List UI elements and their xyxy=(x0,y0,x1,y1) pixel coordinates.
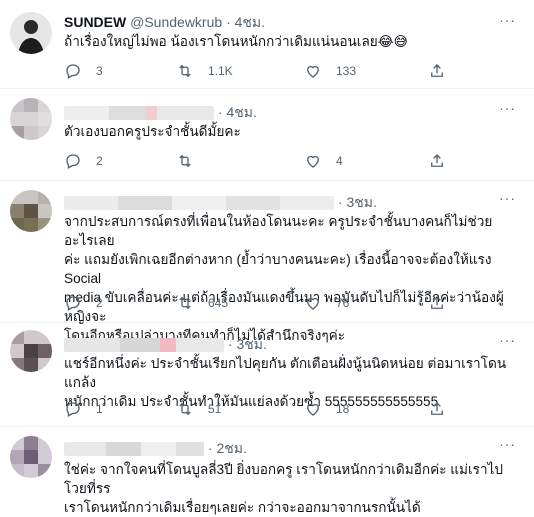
tweet-text: ใช่ค่ะ จากใจคนที่โดนบูลลี่3ปี ยิ่งบอกครู… xyxy=(64,460,520,517)
timestamp[interactable]: · 2ชม. xyxy=(208,440,247,456)
more-options-icon[interactable]: ··· xyxy=(499,12,516,28)
like-icon xyxy=(304,400,322,418)
reply-tweet[interactable]: · 4ชม. ··· ตัวเองบอกครูประจำชั้นดีมั้ยคะ… xyxy=(0,88,534,181)
retweet-count: 645 xyxy=(208,296,229,310)
text-line: เราโดนหนักกว่าเดิมเรื่อยๆเลยค่ะ กว่าจะออ… xyxy=(64,500,421,515)
reply-count: 2 xyxy=(96,296,103,310)
reply-icon xyxy=(64,62,82,80)
text-line: ใช่ค่ะ จากใจคนที่โดนบูลลี่3ปี ยิ่งบอกครู… xyxy=(64,462,504,496)
retweet-icon xyxy=(176,294,194,312)
reply-button[interactable]: 2 xyxy=(64,152,103,170)
text-line: ค่ะ แถมยังเพิกเฉยอีกต่างหาก (ย้ำว่าบางคน… xyxy=(64,252,492,286)
share-icon xyxy=(428,400,446,418)
more-options-icon[interactable]: ··· xyxy=(499,190,516,206)
share-icon xyxy=(428,62,446,80)
like-icon xyxy=(304,294,322,312)
retweet-icon xyxy=(176,400,194,418)
retweet-button[interactable] xyxy=(176,152,208,170)
text-line: แชร์อีกหนึ่งค่ะ ประจำชั้นเรียกไปคุยกัน ต… xyxy=(64,356,507,390)
avatar[interactable] xyxy=(10,330,52,372)
share-button[interactable] xyxy=(428,62,460,80)
avatar[interactable] xyxy=(10,98,52,140)
avatar[interactable] xyxy=(10,190,52,232)
tweet-text: ถ้าเรื่องใหญ่ไม่พอ น้องเราโดนหนักกว่าเดิ… xyxy=(64,34,408,49)
share-button[interactable] xyxy=(428,152,460,170)
reply-button[interactable]: 3 xyxy=(64,62,103,80)
retweet-button[interactable]: 1.1K xyxy=(176,62,233,80)
reply-button[interactable]: 1 xyxy=(64,400,103,418)
like-icon xyxy=(304,62,322,80)
blurred-name[interactable] xyxy=(64,442,204,457)
timestamp[interactable]: · 4ชม. xyxy=(226,14,265,30)
blurred-name[interactable] xyxy=(64,106,214,121)
action-bar: 2 645 76 xyxy=(64,294,464,314)
reply-tweet[interactable]: · 3ชม. ··· แชร์อีกหนึ่งค่ะ ประจำชั้นเรีย… xyxy=(0,322,534,427)
reply-icon xyxy=(64,294,82,312)
share-button[interactable] xyxy=(428,294,460,312)
avatar[interactable] xyxy=(10,436,52,478)
like-count: 76 xyxy=(336,296,350,310)
tweet-main[interactable]: SUNDEW @Sundewkrub · 4ชม. ··· ถ้าเรื่องใ… xyxy=(0,0,534,89)
text-line: จากประสบการณ์ตรงที่เพื่อนในห้องโดนนะคะ ค… xyxy=(64,214,493,248)
handle[interactable]: @Sundewkrub xyxy=(130,14,222,30)
retweet-icon xyxy=(176,152,194,170)
reply-count: 3 xyxy=(96,64,103,78)
like-count: 133 xyxy=(336,64,357,78)
action-bar: 1 51 18 xyxy=(64,400,464,420)
reply-count: 2 xyxy=(96,154,103,168)
timestamp[interactable]: · 3ชม. xyxy=(338,194,377,210)
reply-tweet[interactable]: · 2ชม. ··· ใช่ค่ะ จากใจคนที่โดนบูลลี่3ปี… xyxy=(0,426,534,515)
retweet-button[interactable]: 645 xyxy=(176,294,228,312)
reply-button[interactable]: 2 xyxy=(64,294,103,312)
timestamp[interactable]: · 4ชม. xyxy=(218,104,257,120)
timestamp[interactable]: · 3ชม. xyxy=(228,336,267,352)
action-bar: 3 1.1K 133 xyxy=(64,62,464,82)
avatar[interactable] xyxy=(10,12,52,54)
like-button[interactable]: 76 xyxy=(304,294,349,312)
retweet-count: 1.1K xyxy=(208,64,233,78)
display-name[interactable]: SUNDEW xyxy=(64,14,126,30)
like-count: 4 xyxy=(336,154,343,168)
like-button[interactable]: 4 xyxy=(304,152,343,170)
like-count: 18 xyxy=(336,402,350,416)
action-bar: 2 4 xyxy=(64,152,464,172)
blurred-name[interactable] xyxy=(64,196,334,211)
like-button[interactable]: 133 xyxy=(304,62,356,80)
blurred-name[interactable] xyxy=(64,338,224,353)
reply-count: 1 xyxy=(96,402,103,416)
share-icon xyxy=(428,152,446,170)
more-options-icon[interactable]: ··· xyxy=(499,436,516,452)
share-icon xyxy=(428,294,446,312)
more-options-icon[interactable]: ··· xyxy=(499,100,516,116)
like-icon xyxy=(304,152,322,170)
tweet-text: ตัวเองบอกครูประจำชั้นดีมั้ยคะ xyxy=(64,124,241,139)
more-options-icon[interactable]: ··· xyxy=(499,332,516,348)
retweet-icon xyxy=(176,62,194,80)
reply-tweet[interactable]: · 3ชม. ··· จากประสบการณ์ตรงที่เพื่อนในห้… xyxy=(0,180,534,343)
share-button[interactable] xyxy=(428,400,460,418)
reply-icon xyxy=(64,152,82,170)
reply-icon xyxy=(64,400,82,418)
retweet-button[interactable]: 51 xyxy=(176,400,221,418)
like-button[interactable]: 18 xyxy=(304,400,349,418)
retweet-count: 51 xyxy=(208,402,222,416)
